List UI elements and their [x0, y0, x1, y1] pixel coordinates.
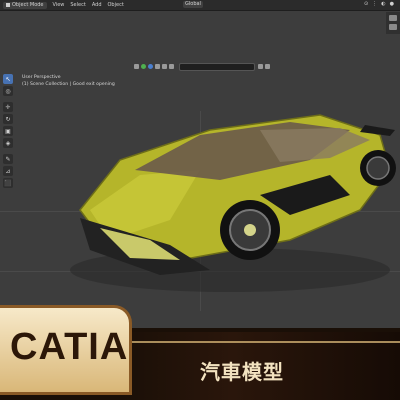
brand-title: CATIA: [10, 326, 129, 368]
view-icon[interactable]: [134, 64, 139, 69]
search-input[interactable]: [179, 62, 255, 71]
blue-dot-icon: [148, 64, 153, 69]
rotate-icon[interactable]: ↻: [3, 114, 13, 124]
snap-icon[interactable]: ⋮: [372, 1, 377, 7]
viewport-info: User Perspective (1) Scene Collection | …: [22, 74, 115, 88]
green-dot-icon: [141, 64, 146, 69]
light-icon[interactable]: [162, 64, 167, 69]
orientation-label: Global: [183, 1, 203, 8]
measure-icon[interactable]: ⊿: [3, 166, 13, 176]
menu-view[interactable]: View: [53, 2, 65, 8]
front-brake: [244, 224, 256, 236]
sort-icon[interactable]: [258, 64, 263, 69]
object-mode-icon: [6, 3, 10, 7]
move-icon[interactable]: ✛: [3, 102, 13, 112]
pivot-icon[interactable]: ⊙: [364, 1, 368, 7]
transform-orientation[interactable]: Global: [183, 1, 203, 8]
shading-icon[interactable]: ●: [390, 1, 394, 7]
annotate-icon[interactable]: ✎: [3, 154, 13, 164]
camera-view-icon[interactable]: [155, 64, 160, 69]
navigation-gizmo[interactable]: [386, 12, 400, 34]
menu-select[interactable]: Select: [70, 2, 85, 8]
rear-rim: [366, 156, 390, 180]
select-icon[interactable]: ↖: [3, 74, 13, 84]
mode-label: Object Mode: [12, 2, 44, 8]
filter-icon[interactable]: [265, 64, 270, 69]
header-bar: Object Mode View Select Add Object Globa…: [0, 0, 400, 11]
banner-subtitle: 汽車模型: [200, 360, 284, 384]
cursor-icon[interactable]: ◎: [3, 86, 13, 96]
viewport-header: [134, 62, 272, 71]
overlay-icon[interactable]: ◐: [381, 1, 385, 7]
perspective-label: User Perspective: [22, 75, 61, 80]
add-cube-icon[interactable]: ⬛: [3, 178, 13, 188]
search-icon[interactable]: [169, 64, 174, 69]
car-model[interactable]: [60, 100, 400, 300]
collection-label: (1) Scene Collection | Good exit opening: [22, 82, 115, 87]
menu-object[interactable]: Object: [108, 2, 124, 8]
camera-icon: [389, 15, 397, 21]
mode-selector[interactable]: Object Mode: [3, 1, 47, 9]
scale-icon[interactable]: ▣: [3, 126, 13, 136]
left-toolbar: ↖ ◎ ✛ ↻ ▣ ◈ ✎ ⊿ ⬛: [3, 74, 14, 190]
header-right-tools: ⊙ ⋮ ◐ ●: [360, 1, 394, 7]
menu-add[interactable]: Add: [92, 2, 102, 8]
grid-toggle-icon: [389, 24, 397, 30]
transform-icon[interactable]: ◈: [3, 138, 13, 148]
